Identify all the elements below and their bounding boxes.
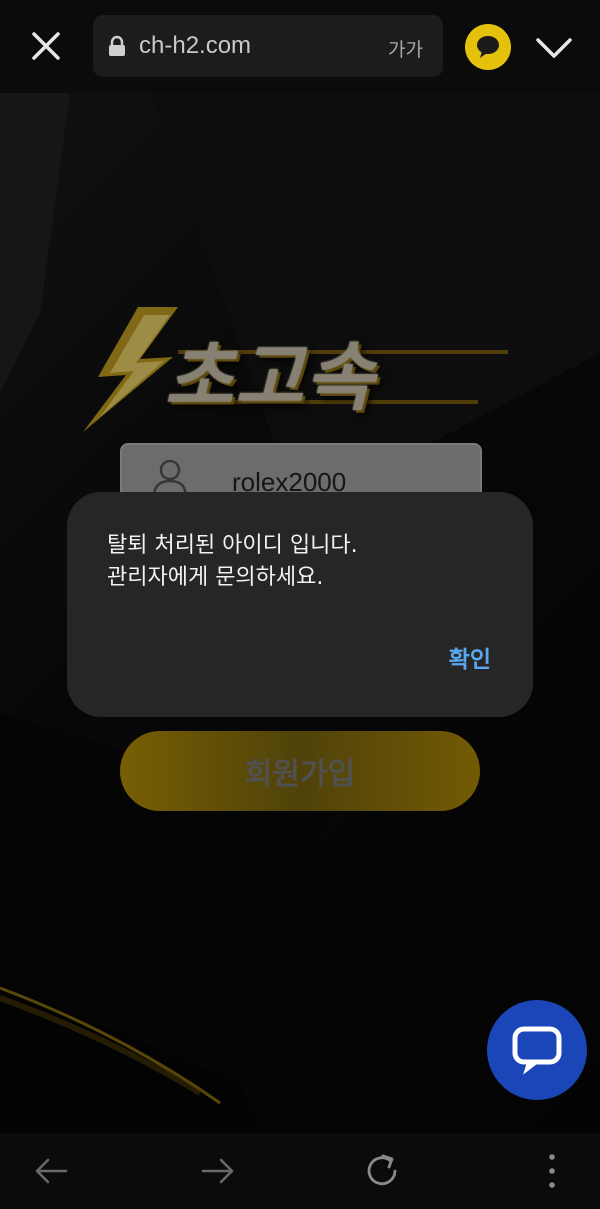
chat-icon bbox=[512, 1026, 562, 1075]
chat-support-button[interactable] bbox=[487, 1000, 587, 1100]
more-vert-icon[interactable] bbox=[532, 1151, 572, 1191]
url-text: ch-h2.com bbox=[139, 32, 252, 59]
alert-ok-button[interactable]: 확인 bbox=[449, 640, 491, 674]
browser-bottom-bar bbox=[0, 1133, 600, 1209]
alert-message: 탈퇴 처리된 아이디 입니다. 관리자에게 문의하세요. bbox=[107, 533, 358, 590]
chat-bubble-icon[interactable] bbox=[465, 24, 511, 70]
chevron-down-icon[interactable] bbox=[530, 28, 578, 68]
back-arrow-icon[interactable] bbox=[32, 1151, 72, 1191]
reload-icon[interactable] bbox=[362, 1151, 402, 1191]
alert-dialog: 탈퇴 처리된 아이디 입니다. 관리자에게 문의하세요. 확인 bbox=[67, 492, 533, 717]
close-icon[interactable] bbox=[22, 22, 70, 70]
address-bar[interactable]: ch-h2.com 가가 bbox=[93, 15, 443, 77]
forward-arrow-icon[interactable] bbox=[197, 1151, 237, 1191]
browser-toolbar: ch-h2.com 가가 bbox=[0, 0, 600, 93]
lock-icon bbox=[107, 35, 127, 57]
text-size-button[interactable]: 가가 bbox=[388, 35, 423, 62]
